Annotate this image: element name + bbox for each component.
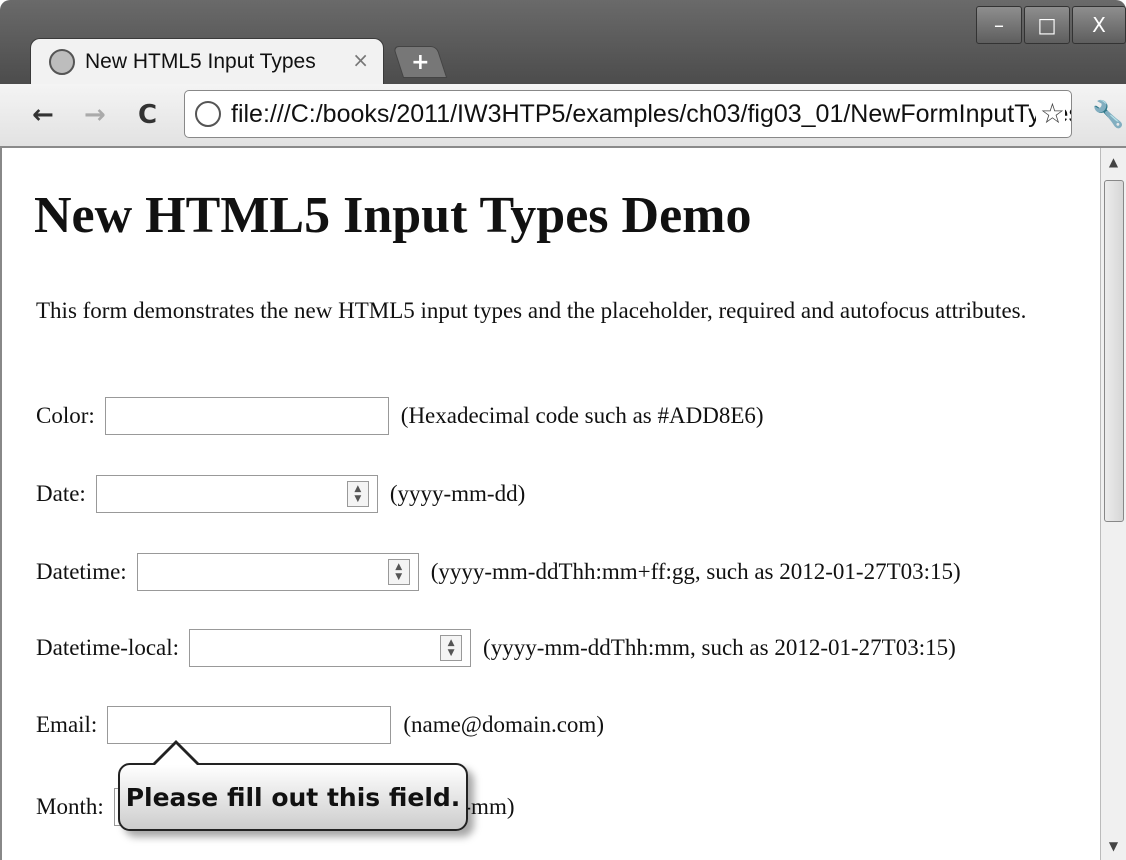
tab-close-icon[interactable]: ×: [352, 48, 369, 72]
reload-button[interactable]: C: [138, 100, 157, 130]
plus-icon: +: [410, 49, 430, 75]
email-label: Email:: [36, 712, 98, 737]
email-hint: (name@domain.com): [403, 712, 604, 737]
color-label: Color:: [36, 403, 95, 428]
datetime-row: Datetime: ▲ ▼ (yyyy-mm-ddThh:mm+ff:gg, su…: [36, 553, 961, 591]
datetime-local-row: Datetime-local: ▲ ▼ (yyyy-mm-ddThh:mm, su…: [36, 629, 956, 667]
datetime-label: Datetime:: [36, 559, 127, 584]
date-input[interactable]: ▲ ▼: [95, 475, 378, 513]
new-tab-button[interactable]: +: [392, 46, 448, 78]
date-label: Date:: [36, 481, 86, 506]
email-row: Email: (name@domain.com): [36, 706, 604, 744]
validation-tooltip: Please fill out this field.: [118, 763, 468, 831]
color-hint: (Hexadecimal code such as #ADD8E6): [400, 403, 764, 428]
intro-text: This form demonstrates the new HTML5 inp…: [36, 298, 1027, 323]
globe-icon: [49, 48, 75, 75]
maximize-button[interactable]: □: [1024, 6, 1070, 44]
month-label: Month:: [36, 794, 104, 819]
page-content: New HTML5 Input Types Demo This form dem…: [0, 148, 1100, 860]
datetime-local-spinner[interactable]: ▲ ▼: [440, 635, 463, 661]
email-input[interactable]: [107, 706, 392, 744]
wrench-menu-icon[interactable]: 🔧: [1092, 100, 1124, 130]
address-bar[interactable]: file:///C:/books/2011/IW3HTP5/examples/c…: [184, 90, 1072, 138]
bookmark-star-icon[interactable]: ☆: [1035, 97, 1065, 130]
url-text: file:///C:/books/2011/IW3HTP5/examples/c…: [231, 99, 1072, 128]
forward-button[interactable]: →: [84, 100, 106, 130]
page-icon: [195, 101, 221, 127]
page-title: New HTML5 Input Types Demo: [34, 187, 752, 244]
datetime-input[interactable]: ▲ ▼: [136, 553, 419, 591]
datetime-local-input[interactable]: ▲ ▼: [189, 629, 472, 667]
datetime-local-label: Datetime-local:: [36, 635, 180, 660]
datetime-hint: (yyyy-mm-ddThh:mm+ff:gg, such as 2012-01…: [430, 559, 961, 584]
minimize-button[interactable]: –: [976, 6, 1022, 44]
window-controls: – □ X: [974, 6, 1126, 44]
datetime-spinner[interactable]: ▲ ▼: [387, 559, 410, 585]
close-window-button[interactable]: X: [1072, 6, 1126, 44]
scroll-up-icon[interactable]: ▲: [1101, 150, 1126, 174]
datetime-local-hint: (yyyy-mm-ddThh:mm, such as 2012-01-27T03…: [483, 635, 956, 660]
window-titlebar: – □ X New HTML5 Input Types × +: [0, 0, 1126, 84]
date-row: Date: ▲ ▼ (yyyy-mm-dd): [36, 475, 525, 513]
tab-title: New HTML5 Input Types: [85, 49, 316, 73]
date-hint: (yyyy-mm-dd): [389, 481, 526, 506]
browser-toolbar: ← → C file:///C:/books/2011/IW3HTP5/exam…: [0, 84, 1126, 148]
vertical-scrollbar[interactable]: ▲ ▼: [1100, 148, 1126, 860]
tab-active[interactable]: New HTML5 Input Types ×: [30, 38, 384, 84]
date-spinner[interactable]: ▲ ▼: [346, 481, 369, 507]
color-row: Color: (Hexadecimal code such as #ADD8E6…: [36, 397, 764, 435]
color-input[interactable]: [104, 397, 389, 435]
scroll-down-icon[interactable]: ▼: [1101, 834, 1126, 858]
back-button[interactable]: ←: [32, 100, 54, 130]
tooltip-arrow-fill: [155, 744, 197, 765]
scrollbar-thumb[interactable]: [1104, 180, 1124, 522]
